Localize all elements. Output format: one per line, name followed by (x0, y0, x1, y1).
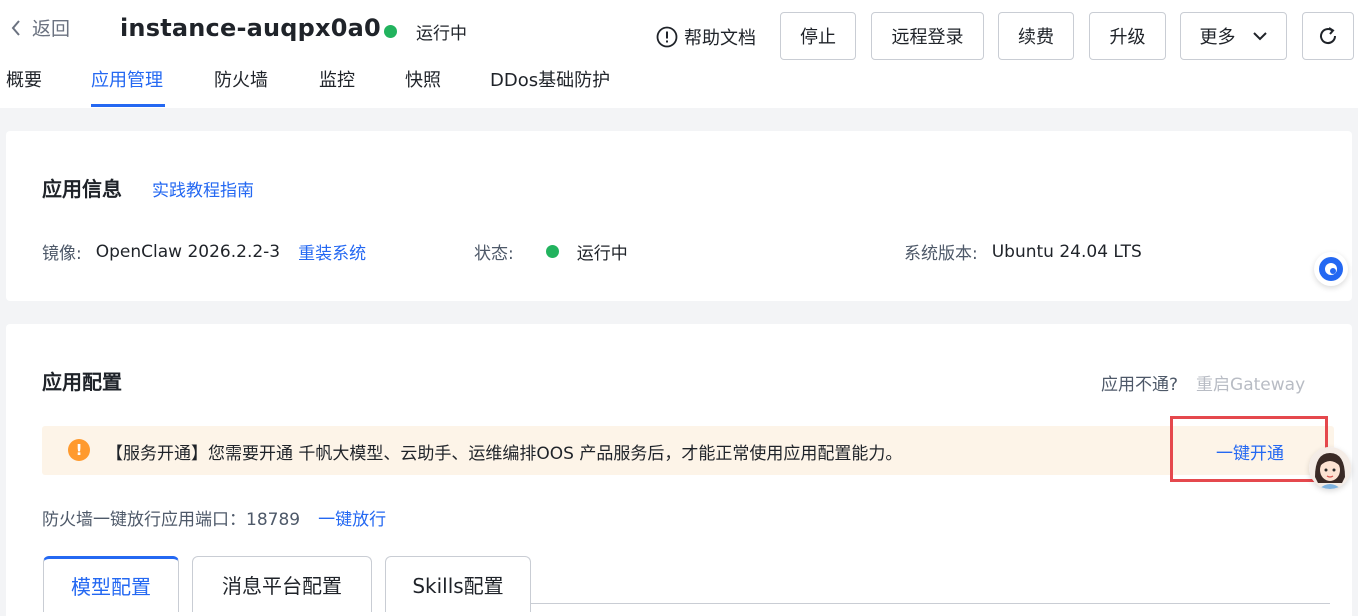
refresh-icon (1320, 27, 1337, 45)
image-row: 镜像: OpenClaw 2026.2.2-3 重装系统 (42, 239, 366, 265)
chat-bubble-icon (1319, 257, 1343, 281)
config-tabs-divider (530, 603, 1330, 604)
unreachable-text: 应用不通? (1101, 375, 1179, 395)
avatar-icon (1309, 447, 1351, 489)
chevron-left-icon (11, 19, 20, 36)
tab-model-config[interactable]: 模型配置 (43, 556, 179, 612)
help-docs-link[interactable]: 帮助文档 (656, 24, 756, 50)
one-click-allow-link[interactable]: 一键放行 (318, 505, 386, 530)
instance-status-text: 运行中 (416, 24, 467, 44)
renew-button[interactable]: 续费 (998, 12, 1074, 60)
instance-status: 运行中 (384, 19, 467, 44)
image-label: 镜像: (42, 244, 82, 264)
status-dot-icon (384, 25, 397, 38)
image-value: OpenClaw 2026.2.2-3 (95, 241, 281, 262)
remote-login-button[interactable]: 远程登录 (871, 12, 984, 60)
tab-overview[interactable]: 概要 (6, 66, 42, 92)
assistant-float-button[interactable] (1314, 252, 1348, 286)
tab-ddos[interactable]: DDos基础防护 (490, 66, 610, 92)
app-info-card: 应用信息 实践教程指南 镜像: OpenClaw 2026.2.2-3 重装系统… (6, 131, 1352, 301)
active-tab-indicator (91, 104, 165, 107)
back-label: 返回 (32, 18, 71, 40)
tab-firewall[interactable]: 防火墙 (214, 66, 268, 92)
restart-gateway-button[interactable]: 重启Gateway (1196, 370, 1305, 395)
app-config-card: 应用配置 应用不通? 重启Gateway ! 【服务开通】您需要开通 千帆大模型… (6, 324, 1352, 616)
app-config-title: 应用配置 (42, 370, 122, 394)
unreachable-row: 应用不通? 重启Gateway (1101, 370, 1305, 395)
tab-message-platform-config[interactable]: 消息平台配置 (192, 556, 372, 612)
tab-bar: 概要 应用管理 防火墙 监控 快照 DDos基础防护 (0, 64, 700, 108)
tab-skills-config[interactable]: Skills配置 (385, 556, 531, 612)
service-alert: ! 【服务开通】您需要开通 千帆大模型、云助手、运维编排OOS 产品服务后，才能… (42, 426, 1334, 475)
back-button[interactable]: 返回 (10, 14, 70, 41)
chevron-down-icon (1252, 32, 1267, 41)
tab-snapshot[interactable]: 快照 (405, 66, 441, 92)
status-row: 状态: 运行中 (474, 239, 628, 264)
tab-monitoring[interactable]: 监控 (319, 66, 355, 92)
status-value: 运行中 (576, 244, 628, 264)
assistant-avatar[interactable] (1309, 447, 1351, 489)
refresh-button[interactable] (1302, 12, 1354, 60)
stop-button[interactable]: 停止 (780, 12, 856, 60)
os-label: 系统版本: (904, 244, 978, 264)
help-docs-label: 帮助文档 (684, 28, 756, 49)
app-info-title: 应用信息 (42, 177, 122, 201)
os-row: 系统版本: Ubuntu 24.04 LTS (904, 239, 1142, 265)
firewall-row: 防火墙一键放行应用端口：18789 一键放行 (42, 505, 386, 530)
one-click-activate-link[interactable]: 一键开通 (1216, 439, 1284, 464)
os-value: Ubuntu 24.04 LTS (991, 241, 1142, 262)
upgrade-button[interactable]: 升级 (1089, 12, 1166, 60)
more-button[interactable]: 更多 (1180, 12, 1287, 60)
status-label: 状态: (474, 244, 514, 264)
status-dot-icon (545, 245, 559, 258)
instance-name: instance-auqpx0a0 (120, 14, 381, 42)
more-label: 更多 (1199, 27, 1236, 48)
tab-app-management[interactable]: 应用管理 (91, 66, 163, 92)
practice-guide-link[interactable]: 实践教程指南 (152, 176, 254, 201)
page-header: 返回 instance-auqpx0a0 运行中 帮助文档 停止 远程登录 续费… (0, 0, 1358, 108)
warning-icon: ! (68, 439, 90, 461)
reinstall-system-link[interactable]: 重装系统 (298, 239, 366, 264)
info-circle-icon (656, 26, 678, 48)
firewall-port-text: 防火墙一键放行应用端口：18789 (42, 510, 301, 530)
service-alert-text: 【服务开通】您需要开通 千帆大模型、云助手、运维编排OOS 产品服务后，才能正常… (106, 444, 903, 464)
